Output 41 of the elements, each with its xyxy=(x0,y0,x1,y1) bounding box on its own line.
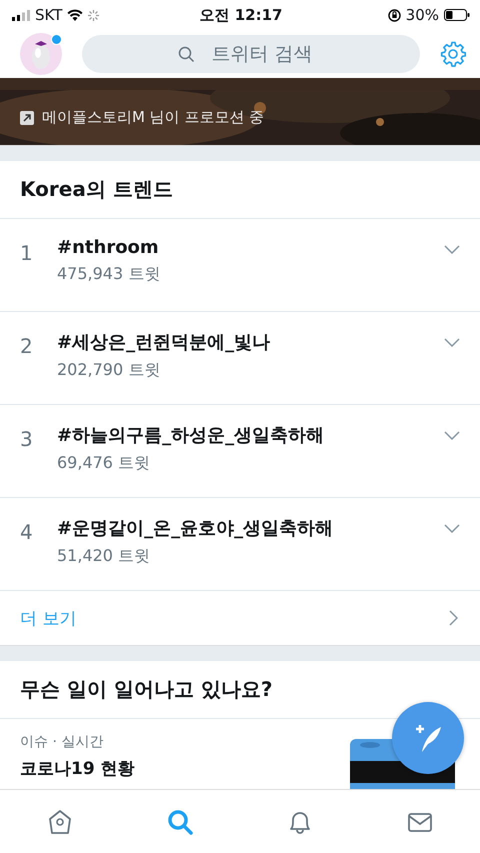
wifi-icon xyxy=(67,9,84,21)
chevron-down-icon[interactable] xyxy=(444,245,460,254)
chevron-down-icon[interactable] xyxy=(444,524,460,533)
tweet-count: 202,790 트윗 xyxy=(57,360,162,381)
search-icon xyxy=(166,808,194,836)
promoted-icon xyxy=(20,110,34,124)
chevron-right-icon xyxy=(449,610,458,626)
clock-time: 오전 12:17 xyxy=(200,6,282,24)
trend-hashtag: #하늘의구름_하성운_생일축하해 xyxy=(57,424,326,447)
carrier-name: SKT xyxy=(35,6,62,24)
tweet-count: 69,476 트윗 xyxy=(57,453,152,474)
trend-item[interactable]: 2 #세상은_런쥔덕분에_빛나 202,790 트윗 xyxy=(0,312,480,405)
chevron-down-icon[interactable] xyxy=(444,338,460,347)
trend-hashtag: #nthroom xyxy=(57,237,160,258)
section-title: Korea의 트렌드 xyxy=(0,161,480,219)
tweet-count: 475,943 트윗 xyxy=(57,264,162,285)
settings-icon[interactable] xyxy=(440,41,466,67)
home-icon xyxy=(46,808,74,836)
trend-rank: 1 xyxy=(20,240,34,265)
trend-hashtag: #운명같이_온_윤호야_생일축하해 xyxy=(57,517,334,540)
signal-icon xyxy=(12,10,30,20)
news-headline: 코로나19 현황 xyxy=(20,758,135,780)
trend-hashtag: #세상은_런쥔덕분에_빛나 xyxy=(57,331,272,354)
trend-rank: 3 xyxy=(20,426,34,451)
promoted-label: 메이플스토리M 님이 프로모션 중 xyxy=(42,108,264,127)
trend-item[interactable]: 4 #운명같이_온_윤호야_생일축하해 51,420 트윗 xyxy=(0,498,480,591)
compose-tweet-button[interactable] xyxy=(392,702,464,774)
news-meta: 이슈 · 실시간 xyxy=(20,733,104,751)
loading-icon xyxy=(88,10,100,20)
avatar[interactable] xyxy=(20,33,62,75)
trend-rank: 2 xyxy=(20,333,34,358)
search-icon xyxy=(178,46,195,63)
trend-rank: 4 xyxy=(20,519,34,544)
trend-item[interactable]: 3 #하늘의구름_하성운_생일축하해 69,476 트윗 xyxy=(0,405,480,498)
rotation-lock-icon xyxy=(388,8,401,22)
search-field[interactable]: 트위터 검색 xyxy=(82,35,420,73)
tweet-count: 51,420 트윗 xyxy=(57,546,152,567)
battery-percent: 30% xyxy=(406,6,439,24)
trend-item[interactable]: 1 #nthroom 475,943 트윗 xyxy=(0,219,480,312)
chevron-down-icon[interactable] xyxy=(444,431,460,440)
battery-icon xyxy=(444,9,470,21)
